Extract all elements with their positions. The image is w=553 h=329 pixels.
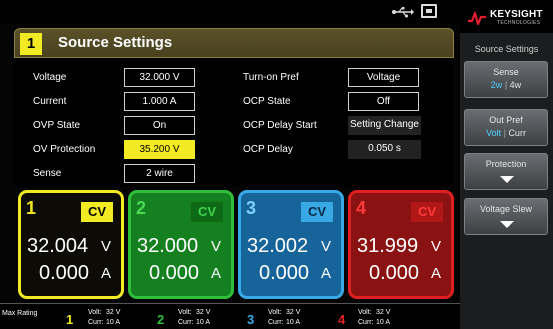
panel-channel-number: 1 xyxy=(20,33,42,55)
channel-4-voltage-unit: V xyxy=(431,238,442,255)
sense-label: Sense xyxy=(33,168,62,179)
turn-on-pref-field[interactable]: Voltage xyxy=(348,68,419,87)
max-rating-ch3-volt: 32 V xyxy=(286,309,301,316)
max-rating-ch4-volt: 32 V xyxy=(376,309,391,316)
voltage-slew-softkey-label: Voltage Slew xyxy=(479,204,533,214)
lan-icon xyxy=(421,4,437,18)
voltage-label: Voltage xyxy=(33,72,67,83)
ocp-delay-field[interactable]: 0.050 s xyxy=(348,140,421,159)
panel-title: Source Settings xyxy=(58,34,173,51)
menu-title: Source Settings xyxy=(474,44,539,54)
turn-on-pref-label: Turn-on Pref xyxy=(243,72,299,83)
ov-protection-label: OV Protection xyxy=(33,144,96,155)
channel-4-mode: CV xyxy=(411,202,443,222)
max-rating-ch1-number: 1 xyxy=(66,312,74,327)
chevron-down-icon xyxy=(500,176,514,183)
brand-name: KEYSIGHT xyxy=(490,9,543,20)
sense-softkey-label: Sense xyxy=(493,67,519,77)
max-rating-ch2-volt: 32 V xyxy=(196,309,211,316)
ovp-state-field[interactable]: On xyxy=(124,116,195,135)
ov-protection-field[interactable]: 35.200 V xyxy=(124,140,195,159)
channel-2-current: 0.000 xyxy=(149,262,200,284)
max-rating-ch1-volt-label: Volt: xyxy=(88,309,102,316)
out-pref-option-curr: Curr xyxy=(508,128,526,138)
max-rating-ch1-volt: 32 V xyxy=(106,309,121,316)
ovp-state-label: OVP State xyxy=(33,120,81,131)
channel-3-voltage-unit: V xyxy=(321,238,332,255)
instrument-screen: 1 Source Settings Voltage 32.000 V Curre… xyxy=(0,0,553,329)
max-rating-ch4-volt-label: Volt: xyxy=(358,309,372,316)
usb-icon xyxy=(392,7,414,18)
ocp-delay-label: OCP Delay xyxy=(243,144,293,155)
channel-3-voltage: 32.002 xyxy=(247,235,309,257)
channel-3-current: 0.000 xyxy=(259,262,310,284)
voltage-field[interactable]: 32.000 V xyxy=(124,68,195,87)
current-label: Current xyxy=(33,96,67,107)
max-rating-ch1-curr-label: Curr: xyxy=(88,319,104,326)
channel-3-mode: CV xyxy=(301,202,333,222)
channel-2-tile[interactable]: 2 CV 32.000 V 0.000 A xyxy=(128,190,234,299)
max-rating-ch2-curr: 10 A xyxy=(196,319,211,326)
sense-softkey[interactable]: Sense 2w | 4w xyxy=(464,61,548,98)
channel-4-tile[interactable]: 4 CV 31.999 V 0.000 A xyxy=(348,190,454,299)
channel-1-number: 1 xyxy=(26,198,37,218)
channel-3-current-unit: A xyxy=(321,265,332,282)
max-rating-ch4-curr: 10 A xyxy=(376,319,391,326)
max-rating-ch2-number: 2 xyxy=(157,312,165,327)
current-field[interactable]: 1.000 A xyxy=(124,92,195,111)
keysight-wave-logo-icon xyxy=(468,11,486,25)
channel-1-current: 0.000 xyxy=(39,262,90,284)
ocp-delay-start-label: OCP Delay Start xyxy=(243,120,317,131)
max-rating-ch2-volt-label: Volt: xyxy=(178,309,192,316)
channel-1-mode: CV xyxy=(81,202,113,222)
channel-2-voltage: 32.000 xyxy=(137,235,199,257)
brand-sub: TECHNOLOGIES xyxy=(497,20,541,26)
channel-2-mode: CV xyxy=(191,202,223,222)
channel-1-voltage: 32.004 xyxy=(27,235,89,257)
channel-4-voltage: 31.999 xyxy=(357,235,419,257)
channel-4-current-unit: A xyxy=(431,265,442,282)
channel-3-tile[interactable]: 3 CV 32.002 V 0.000 A xyxy=(238,190,344,299)
status-bar xyxy=(0,0,460,24)
channel-2-current-unit: A xyxy=(211,265,222,282)
ocp-state-field[interactable]: Off xyxy=(348,92,419,111)
out-pref-option-volt: Volt xyxy=(486,128,502,138)
out-pref-softkey-options: Volt | Curr xyxy=(486,128,526,138)
max-rating-ch2-curr-label: Curr: xyxy=(178,319,194,326)
max-rating-ch3-number: 3 xyxy=(247,312,255,327)
ocp-delay-start-field[interactable]: Setting Change xyxy=(348,116,421,135)
channel-4-number: 4 xyxy=(356,198,367,218)
max-rating-ch4-curr-label: Curr: xyxy=(358,319,374,326)
max-rating-ch4-number: 4 xyxy=(338,312,346,327)
sense-option-2w: 2w xyxy=(490,80,503,90)
channel-1-current-unit: A xyxy=(101,265,112,282)
channel-1-voltage-unit: V xyxy=(101,238,112,255)
out-pref-softkey[interactable]: Out Pref Volt | Curr xyxy=(464,109,548,146)
protection-softkey[interactable]: Protection xyxy=(464,153,548,190)
channel-2-voltage-unit: V xyxy=(211,238,222,255)
sense-field[interactable]: 2 wire xyxy=(124,164,195,183)
sense-softkey-options: 2w | 4w xyxy=(490,80,522,90)
max-rating-label: Max Rating xyxy=(2,310,38,317)
voltage-slew-softkey[interactable]: Voltage Slew xyxy=(464,198,548,235)
sense-option-4w: 4w xyxy=(509,80,522,90)
ocp-state-label: OCP State xyxy=(243,96,291,107)
max-rating-ch1-curr: 10 A xyxy=(106,319,121,326)
max-rating-ch3-curr: 10 A xyxy=(286,319,301,326)
out-pref-softkey-label: Out Pref xyxy=(489,115,523,125)
channel-3-number: 3 xyxy=(246,198,257,218)
channel-2-number: 2 xyxy=(136,198,147,218)
channel-4-current: 0.000 xyxy=(369,262,420,284)
max-rating-ch3-curr-label: Curr: xyxy=(268,319,284,326)
max-rating-ch3-volt-label: Volt: xyxy=(268,309,282,316)
channel-1-tile[interactable]: 1 CV 32.004 V 0.000 A xyxy=(18,190,124,299)
protection-softkey-label: Protection xyxy=(485,159,527,169)
chevron-down-icon xyxy=(500,221,514,228)
